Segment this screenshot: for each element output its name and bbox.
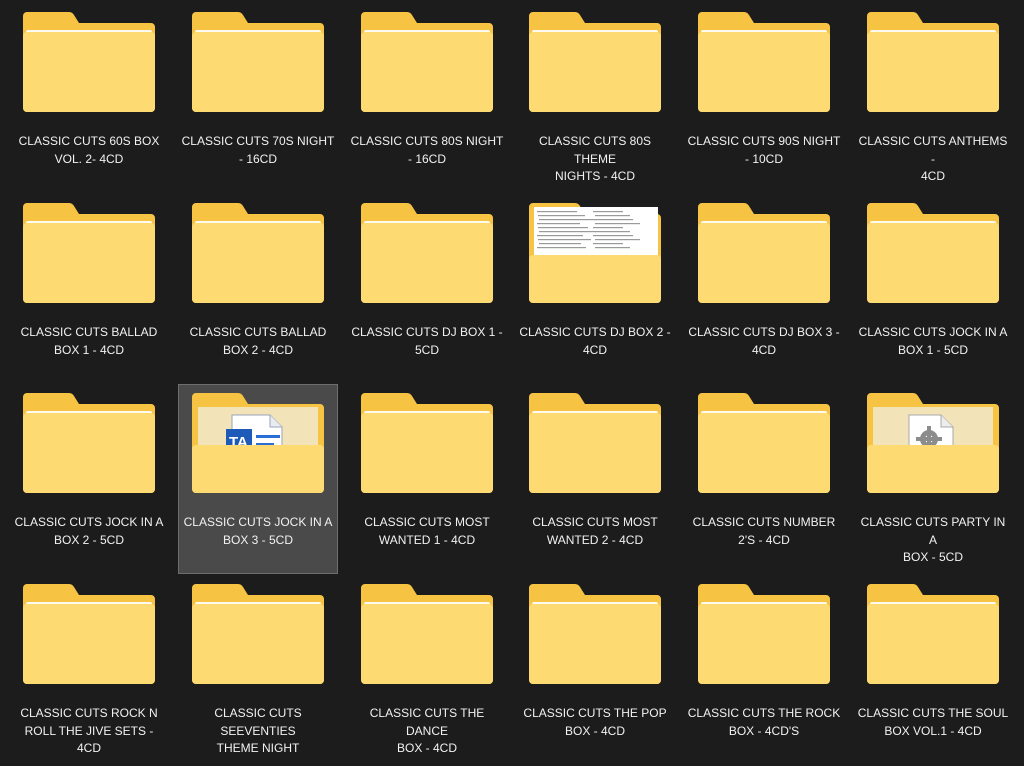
folder-icon [867,584,999,684]
folder-item[interactable]: CLASSIC CUTS JOCK IN A BOX 1 - 5CD [853,194,1013,384]
folder-name: CLASSIC CUTS JOCK IN A BOX 2 - 5CD [14,515,164,547]
folder-icon [23,584,155,684]
folder-icon [361,584,493,684]
folder-grid: CLASSIC CUTS 60S BOX VOL. 2- 4CD CLASSIC… [0,0,1024,766]
folder-item[interactable]: CLASSIC CUTS THE POP BOX - 4CD [515,575,675,765]
folder-name: CLASSIC CUTS NUMBER 2'S - 4CD [692,515,836,547]
folder-icon [529,584,661,684]
folder-icon [529,393,661,493]
folder-icon [23,203,155,303]
folder-item[interactable]: CLASSIC CUTS BALLAD BOX 2 - 4CD [178,194,338,384]
folder-item[interactable]: CLASSIC CUTS PARTY IN A BOX - 5CD [853,384,1013,574]
folder-name: CLASSIC CUTS 90S NIGHT - 10CD [687,134,841,166]
folder-name: CLASSIC CUTS DJ BOX 1 - 5CD [351,325,503,357]
folder-name: CLASSIC CUTS JOCK IN A BOX 3 - 5CD [183,515,333,547]
folder-item[interactable]: CLASSIC CUTS DJ BOX 3 - 4CD [684,194,844,384]
folder-icon [698,584,830,684]
folder-name: CLASSIC CUTS DJ BOX 3 - 4CD [688,325,840,357]
folder-icon [698,203,830,303]
folder-item[interactable]: CLASSIC CUTS MOST WANTED 2 - 4CD [515,384,675,574]
folder-name: CLASSIC CUTS ROCK N ROLL THE JIVE SETS -… [20,706,158,755]
folder-name: CLASSIC CUTS 80S THEME NIGHTS - 4CD [538,134,652,183]
folder-item[interactable]: TA CLASSIC CUTS JOCK IN A BOX 3 - 5CD [178,384,338,574]
folder-icon [361,393,493,493]
folder-item[interactable]: CLASSIC CUTS 80S THEME NIGHTS - 4CD [515,3,675,193]
folder-item[interactable]: CLASSIC CUTS BALLAD BOX 1 - 4CD [9,194,169,384]
folder-item[interactable]: CLASSIC CUTS THE DANCE BOX - 4CD [347,575,507,765]
folder-name: CLASSIC CUTS THE ROCK BOX - 4CD'S [687,706,841,738]
folder-item[interactable]: CLASSIC CUTS SEEVENTIES THEME NIGHT [178,575,338,765]
folder-item[interactable]: CLASSIC CUTS 80S NIGHT - 16CD [347,3,507,193]
folder-name: CLASSIC CUTS MOST WANTED 2 - 4CD [532,515,658,547]
folder-icon [192,12,324,112]
folder-name: CLASSIC CUTS 60S BOX VOL. 2- 4CD [18,134,160,166]
folder-name: CLASSIC CUTS DJ BOX 2 - 4CD [519,325,671,357]
folder-name: CLASSIC CUTS MOST WANTED 1 - 4CD [364,515,490,547]
folder-icon [867,203,999,303]
folder-name: CLASSIC CUTS SEEVENTIES THEME NIGHT [214,706,302,755]
folder-item[interactable]: CLASSIC CUTS THE ROCK BOX - 4CD'S [684,575,844,765]
folder-item[interactable]: CLASSIC CUTS DJ BOX 2 - 4CD [515,194,675,384]
folder-item[interactable]: CLASSIC CUTS 60S BOX VOL. 2- 4CD [9,3,169,193]
folder-item[interactable]: CLASSIC CUTS 90S NIGHT - 10CD [684,3,844,193]
folder-icon [361,203,493,303]
folder-name: CLASSIC CUTS PARTY IN A BOX - 5CD [860,515,1006,564]
folder-icon [23,393,155,493]
folder-item[interactable]: CLASSIC CUTS JOCK IN A BOX 2 - 5CD [9,384,169,574]
folder-item[interactable]: CLASSIC CUTS NUMBER 2'S - 4CD [684,384,844,574]
folder-name: CLASSIC CUTS BALLAD BOX 1 - 4CD [20,325,158,357]
folder-icon [867,393,999,493]
folder-name: CLASSIC CUTS 70S NIGHT - 16CD [181,134,335,166]
folder-icon [698,12,830,112]
folder-item[interactable]: CLASSIC CUTS 70S NIGHT - 16CD [178,3,338,193]
folder-name: CLASSIC CUTS THE DANCE BOX - 4CD [369,706,485,755]
folder-icon [361,12,493,112]
folder-icon [529,203,661,303]
folder-name: CLASSIC CUTS ANTHEMS - 4CD [858,134,1008,183]
folder-item[interactable]: CLASSIC CUTS MOST WANTED 1 - 4CD [347,384,507,574]
folder-item[interactable]: CLASSIC CUTS ANTHEMS - 4CD [853,3,1013,193]
folder-name: CLASSIC CUTS BALLAD BOX 2 - 4CD [189,325,327,357]
folder-icon [867,12,999,112]
document-preview [534,207,658,261]
folder-icon [529,12,661,112]
folder-name: CLASSIC CUTS 80S NIGHT - 16CD [350,134,504,166]
folder-name: CLASSIC CUTS THE POP BOX - 4CD [523,706,667,738]
folder-item[interactable]: CLASSIC CUTS DJ BOX 1 - 5CD [347,194,507,384]
folder-icon [192,203,324,303]
folder-name: CLASSIC CUTS THE SOUL BOX VOL.1 - 4CD [857,706,1009,738]
folder-icon: TA [192,393,324,493]
folder-icon [192,584,324,684]
folder-name: CLASSIC CUTS JOCK IN A BOX 1 - 5CD [858,325,1008,357]
folder-item[interactable]: CLASSIC CUTS THE SOUL BOX VOL.1 - 4CD [853,575,1013,765]
folder-item[interactable]: CLASSIC CUTS ROCK N ROLL THE JIVE SETS -… [9,575,169,765]
folder-icon [23,12,155,112]
folder-icon [698,393,830,493]
